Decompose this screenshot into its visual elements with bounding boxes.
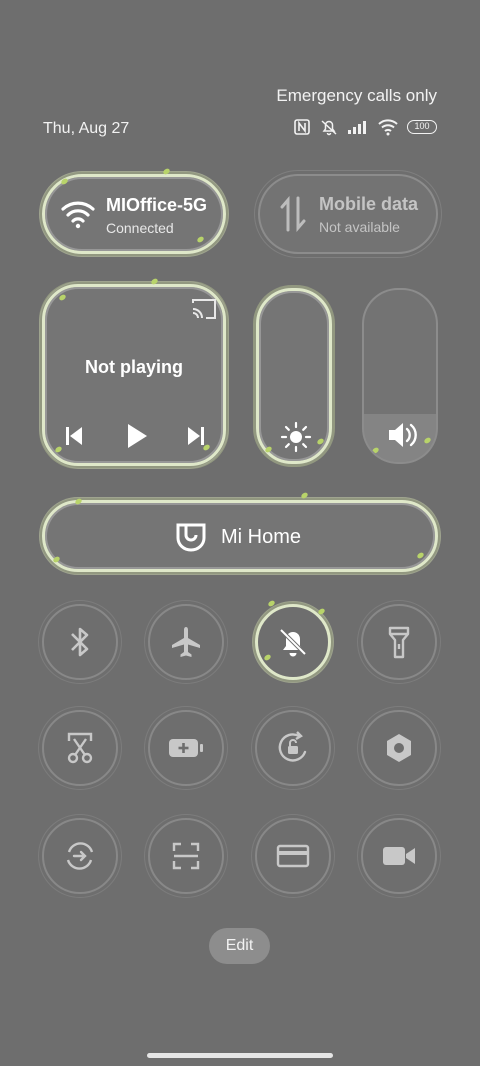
edit-button[interactable]: Edit xyxy=(209,928,270,964)
bell-off-status-icon xyxy=(321,120,337,136)
wifi-tile[interactable]: MIOffice-5G Connected xyxy=(39,167,229,257)
media-status-text: Not playing xyxy=(85,357,183,377)
wifi-status-icon xyxy=(378,119,398,136)
scissors-icon xyxy=(67,732,93,764)
date-text: Thu, Aug 27 xyxy=(43,120,130,137)
battery-indicator: 100 xyxy=(407,120,437,134)
toggle-screenshot[interactable] xyxy=(38,706,122,790)
brightness-slider[interactable] xyxy=(256,288,332,464)
video-camera-icon xyxy=(383,847,415,865)
signal-icon xyxy=(348,121,366,134)
wifi-status-text: Connected xyxy=(106,220,174,236)
hex-nut-icon xyxy=(387,734,411,762)
battery-plus-icon xyxy=(169,739,203,757)
rotation-lock-icon xyxy=(278,731,307,762)
mobile-data-tile[interactable]: Mobile data Not available xyxy=(254,170,442,258)
previous-track-icon[interactable] xyxy=(65,425,83,447)
mi-home-label: Mi Home xyxy=(221,526,302,548)
mobile-data-title: Mobile data xyxy=(319,194,419,214)
volume-slider[interactable] xyxy=(362,288,438,464)
card-icon xyxy=(276,844,310,868)
volume-speaker-icon xyxy=(389,423,417,447)
mi-home-tile[interactable]: Mi Home xyxy=(39,491,441,575)
toggle-data-saver[interactable] xyxy=(38,814,122,898)
toggle-bluetooth[interactable] xyxy=(38,600,122,684)
wifi-network-name: MIOffice-5G xyxy=(106,195,208,215)
home-indicator[interactable] xyxy=(147,1053,333,1058)
mobile-data-arrows-icon xyxy=(280,196,306,232)
flashlight-icon xyxy=(388,626,410,659)
toggle-rotation-lock[interactable] xyxy=(251,706,335,790)
play-icon[interactable] xyxy=(125,422,149,450)
toggle-card[interactable] xyxy=(251,814,335,898)
toggle-mute[interactable] xyxy=(252,599,334,683)
toggle-screen-record[interactable] xyxy=(357,814,441,898)
cast-icon[interactable] xyxy=(190,297,218,321)
status-icons: 100 xyxy=(293,118,437,136)
media-player-tile[interactable]: Not playing xyxy=(39,277,229,469)
next-track-icon[interactable] xyxy=(187,425,205,447)
brightness-sun-icon xyxy=(280,421,312,453)
sync-arrow-icon xyxy=(66,842,94,870)
mobile-data-status: Not available xyxy=(319,219,400,235)
bell-off-icon xyxy=(279,628,307,657)
wifi-icon xyxy=(61,201,95,229)
nfc-icon xyxy=(294,119,310,135)
bluetooth-icon xyxy=(71,627,89,657)
toggle-scanner[interactable] xyxy=(144,814,228,898)
mi-home-icon xyxy=(176,523,206,552)
toggle-airplane-mode[interactable] xyxy=(144,600,228,684)
toggle-flashlight[interactable] xyxy=(357,600,441,684)
emergency-calls-text: Emergency calls only xyxy=(276,86,437,105)
toggle-settings-hex[interactable] xyxy=(357,706,441,790)
airplane-icon xyxy=(172,627,200,657)
scan-frame-icon xyxy=(172,842,200,870)
toggle-battery-saver[interactable] xyxy=(144,706,228,790)
